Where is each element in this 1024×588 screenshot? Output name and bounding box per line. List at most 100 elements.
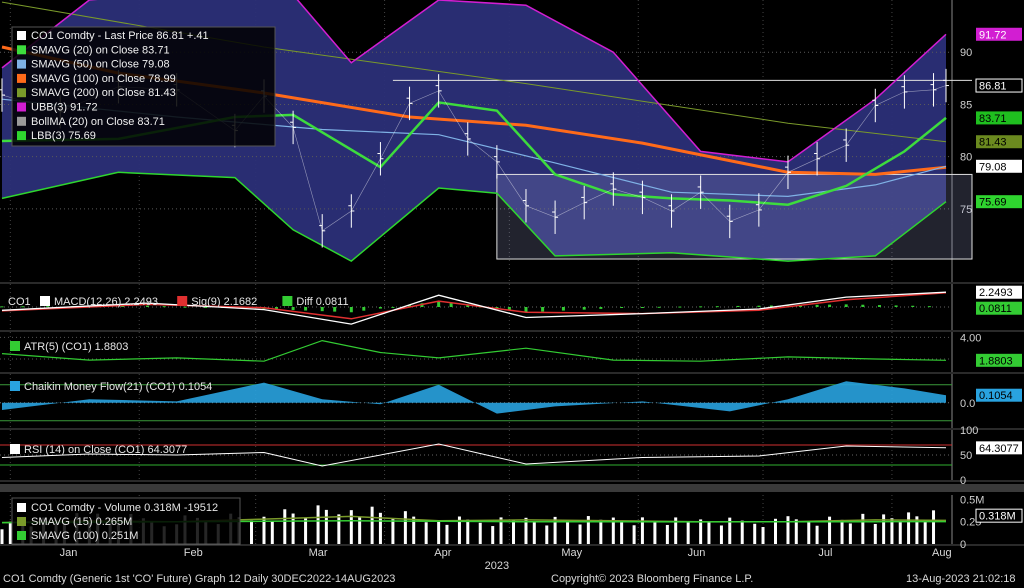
price-badge: 75.69 [979,197,1007,209]
legend-swatch [10,341,20,351]
macd-diff-bar [815,304,819,307]
volume-bar [653,521,657,544]
volume-bar [794,519,798,544]
macd-diff-bar [599,307,603,309]
legend-swatch [282,296,293,306]
macd-diff-bar [861,304,865,307]
price-y-tick-label: 85 [960,99,972,111]
price-legend: CO1 Comdty - Last Price 86.81 +.41 SMAVG … [11,26,276,147]
volume-y-tick-label: 0.5M [960,494,984,506]
macd-diff-bar [657,306,661,308]
volume-bar [466,519,470,544]
price-y-tick-label: 90 [960,47,972,59]
rsi-badge: 64.3077 [979,443,1019,455]
atr-legend: ATR(5) (CO1) 1.8803 [10,341,128,353]
volume-bar [898,522,902,544]
macd-diff-bar [0,306,4,308]
x-axis-month-label: Mar [309,547,328,559]
legend-swatch [17,503,26,512]
x-axis-month-label: May [561,547,582,559]
volume-bar [545,525,549,544]
volume-bar [316,505,320,544]
volume-bar [403,511,407,544]
macd-badge: 2.2493 [979,287,1013,299]
legend-entry: ATR(5) (CO1) 1.8803 [24,341,128,353]
volume-bar [478,522,482,544]
macd-diff-bar [877,305,881,307]
volume-bar [861,513,865,544]
volume-bar [840,519,844,544]
macd-diff-bar [844,304,848,307]
legend-entry: SMAVG (200) on Close 81.43 [31,87,176,99]
legend-swatch [17,517,26,526]
volume-bar [932,510,936,544]
legend-swatch [17,31,26,40]
volume-bar [620,521,624,544]
legend-swatch [10,444,20,454]
rsi-y-tick-label: 0 [960,475,966,487]
footer-security-text: CO1 Comdty (Generic 1st 'CO' Future) Gra… [3,573,396,585]
price-badge: 79.08 [979,161,1007,173]
macd-diff-bar [46,306,50,308]
macd-diff-bar [291,307,295,311]
macd-diff-bar [541,307,545,312]
legend-entry: Chaikin Money Flow(21) (CO1) 0.1054 [24,381,212,393]
macd-diff-badge: 0.0811 [979,303,1012,315]
volume-y-tick-label: 0 [960,539,966,551]
legend-swatch [17,59,26,69]
footer: CO1 Comdty (Generic 1st 'CO' Future) Gra… [0,571,1024,588]
macd-diff-bar [582,307,586,310]
legend-entry: RSI (14) on Close (CO1) 64.3077 [24,444,187,456]
legend-entry: LBB(3) 75.69 [31,130,96,142]
volume-bar [250,520,254,544]
volume-bar [324,509,328,544]
legend-entry: CO1 Comdty - Volume 0.318M -19512 [31,502,218,514]
legend-swatch [17,531,26,540]
volume-bar [632,525,636,544]
legend-swatch [177,296,188,306]
legend-swatch [17,116,26,126]
legend-entry: SMAVG (100) on Close 78.99 [31,73,176,85]
legend-entry: UBB(3) 91.72 [31,102,98,114]
rsi-y-tick-label: 100 [960,425,978,437]
macd-diff-bar [894,305,898,307]
legend-swatch [40,296,50,306]
volume-bar [445,524,449,544]
cmf-badge: 0.1054 [979,390,1013,402]
volume-bar [699,519,703,544]
macd-diff-bar [561,307,565,311]
x-axis-month-label: Feb [184,547,203,559]
cmf-legend: Chaikin Money Flow(21) (CO1) 0.1054 [10,381,212,393]
legend-swatch [17,102,26,112]
range-box [496,173,973,260]
rsi-legend: RSI (14) on Close (CO1) 64.3077 [10,444,187,456]
volume-bar [337,514,341,544]
legend-swatch [17,131,26,141]
macd-diff-bar [391,306,395,308]
volume-bar [923,520,927,544]
atr-badge: 1.8803 [979,355,1013,367]
volume-bar [719,525,723,544]
x-axis-month-label: Aug [932,547,952,559]
price-y-tick-label: 80 [960,152,972,164]
volume-bar [707,522,711,544]
footer-copyright: Copyright© 2023 Bloomberg Finance L.P. [551,573,754,585]
macd-diff-bar [715,306,719,308]
legend-swatch [17,45,26,55]
x-axis-month-label: Apr [434,547,451,559]
footer-timestamp: 13-Aug-2023 21:02:18 [906,573,1016,585]
macd-diff-bar [828,304,832,307]
x-axis-month-label: Jun [688,547,706,559]
macd-diff-bar [162,306,166,308]
legend-swatch [17,73,26,83]
legend-entry: Diff 0.0811 [296,296,348,308]
volume-bar [8,521,12,544]
volume-bar [391,519,395,544]
legend-entry: CO1 Comdty - Last Price 86.81 +.41 [31,30,209,42]
volume-bar [882,514,886,544]
splitter-bar [0,484,1024,492]
legend-entry: SMAVG (20) on Close 83.71 [31,44,170,56]
volume-bar [753,523,757,544]
volume-bar [686,521,690,544]
macd-diff-bar [911,305,915,307]
